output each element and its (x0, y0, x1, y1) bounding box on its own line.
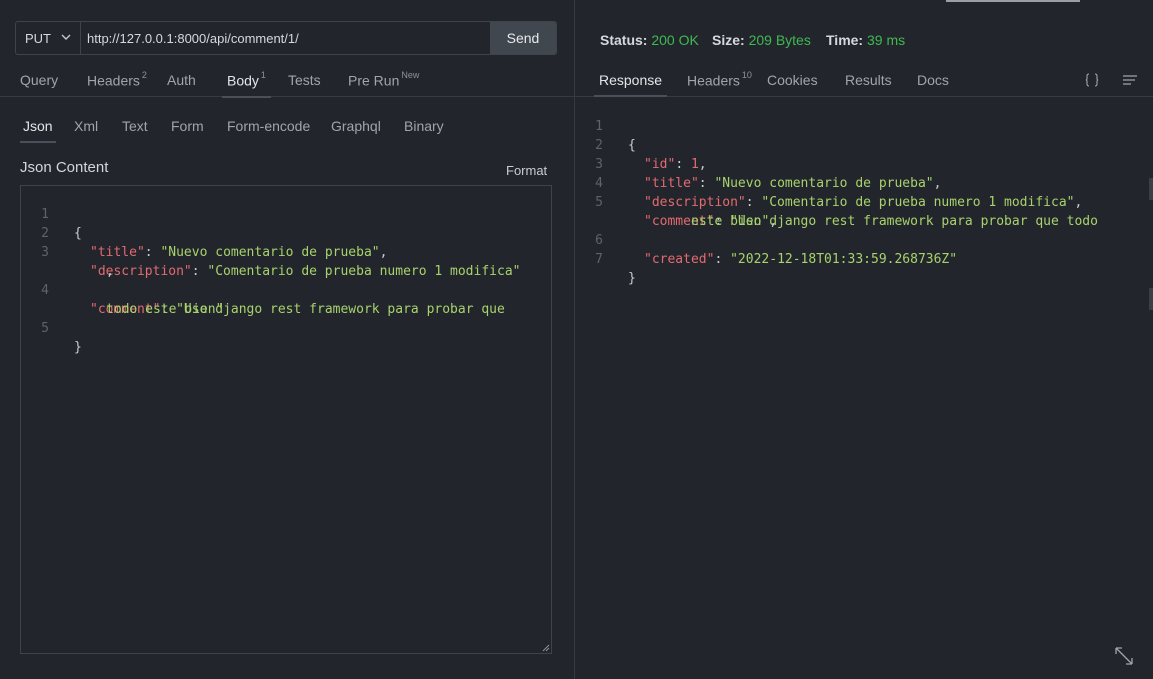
url-input[interactable]: http://127.0.0.1:8000/api/comment/1/ (81, 22, 490, 54)
line-number: 5 (41, 321, 49, 336)
tab-label: Query (20, 72, 59, 88)
body-tab-form[interactable]: Form (171, 118, 204, 134)
braces-icon[interactable] (1084, 72, 1100, 88)
tab-label: Results (845, 72, 892, 88)
body-tab-json[interactable]: Json (20, 118, 56, 143)
time-label: Time: (826, 32, 864, 48)
status-value: 200 OK (651, 32, 699, 48)
request-pane: PUT http://127.0.0.1:8000/api/comment/1/… (0, 0, 574, 679)
body-tab-binary[interactable]: Binary (404, 118, 444, 134)
size-label: Size: (712, 32, 745, 48)
tab-auth[interactable]: Auth (167, 72, 196, 88)
tab-tests[interactable]: Tests (288, 72, 321, 88)
json-string: "2022-12-18T01:33:59.268736Z" (730, 252, 958, 267)
format-button[interactable]: Format (506, 163, 547, 178)
code-line: 2 "id": 1, (575, 117, 1135, 172)
tab-label: Docs (917, 72, 949, 88)
tab-docs[interactable]: Docs (917, 72, 949, 88)
request-tabs: Query Headers 2 Auth Body 1 Tests Pre Run N… (0, 64, 574, 98)
tab-badge: New (401, 70, 420, 80)
text-wrap-icon[interactable] (1122, 72, 1138, 88)
code-line: 2 "title": "Nuevo comentario de prueba", (21, 205, 551, 260)
json-content-label: Json Content (20, 159, 109, 176)
tab-badge: 1 (260, 70, 266, 80)
status-label: Status: (600, 32, 648, 48)
scroll-indicator (946, 0, 1080, 2)
tab-badge: 2 (141, 70, 147, 80)
tab-response[interactable]: Response (593, 72, 668, 97)
code-line: 7 } (575, 231, 1135, 286)
code-line: 4 "comment": "Uso django rest framework … (21, 262, 551, 317)
tab-label: Auth (167, 72, 196, 88)
code-text: } (628, 271, 636, 286)
size-value: 209 Bytes (748, 32, 811, 48)
body-tab-form-encode[interactable]: Form-encode (227, 118, 310, 134)
code-line: 3 "title": "Nuevo comentario de prueba", (575, 136, 1135, 191)
body-tab-xml[interactable]: Xml (74, 118, 98, 134)
size-indicator: Size: 209 Bytes (712, 32, 811, 48)
scrollbar-marker[interactable] (1149, 288, 1153, 310)
request-body-editor[interactable]: 1 { 2 "title": "Nuevo comentario de prue… (20, 185, 552, 654)
code-line: 3 "description": "Comentario de prueba n… (21, 224, 551, 279)
tab-label: Body (227, 72, 259, 89)
tab-badge: 10 (741, 70, 752, 80)
code-line: todo este bien" (21, 281, 551, 317)
code-text: } (74, 340, 82, 355)
time-value: 39 ms (866, 32, 906, 48)
code-line: 1 { (575, 98, 1135, 153)
code-line: 5 } (21, 300, 551, 355)
send-button[interactable]: Send (490, 22, 556, 54)
tab-headers[interactable]: Headers 2 (87, 70, 147, 89)
code-line: , (106, 264, 114, 279)
response-tabs: Response Headers 10 Cookies Results Docs (575, 64, 1153, 97)
body-tab-graphql[interactable]: Graphql (331, 118, 381, 134)
json-key: "created" (644, 252, 715, 267)
tab-label: Tests (288, 72, 321, 88)
tab-label: Cookies (767, 72, 818, 88)
scrollbar-marker[interactable] (1149, 178, 1153, 200)
tab-label: Response (599, 72, 663, 88)
body-tab-text[interactable]: Text (122, 118, 148, 134)
tab-label: Pre Run (348, 72, 400, 89)
expand-icon[interactable] (1114, 646, 1134, 666)
code-line: 5 "comment": "Uso django rest framework … (575, 174, 1135, 229)
status-indicator: Status: 200 OK (600, 32, 699, 48)
response-pane: Status: 200 OK Size: 209 Bytes Time: 39 … (575, 0, 1153, 679)
tab-response-headers[interactable]: Headers 10 (687, 70, 752, 89)
tab-label: Headers (687, 72, 740, 89)
tab-body[interactable]: Body 1 (222, 70, 271, 98)
code-line: este bien", (691, 214, 778, 229)
tab-label: Headers (87, 72, 140, 89)
request-bar: PUT http://127.0.0.1:8000/api/comment/1/… (15, 21, 557, 55)
body-type-tabs: Json Xml Text Form Form-encode Graphql B… (0, 118, 574, 143)
code-line: 4 "description": "Comentario de prueba n… (575, 155, 1135, 210)
tab-query[interactable]: Query (20, 72, 58, 88)
method-select[interactable]: PUT (16, 22, 81, 54)
tab-pre-run[interactable]: Pre Run New (348, 70, 420, 89)
time-indicator: Time: 39 ms (826, 32, 905, 48)
resize-handle-icon[interactable] (542, 644, 550, 652)
chevron-down-icon (61, 34, 71, 40)
code-line: 1 { (21, 186, 551, 241)
tab-results[interactable]: Results (845, 72, 892, 88)
code-line: 6 "created": "2022-12-18T01:33:59.268736… (575, 212, 1135, 267)
line-number: 7 (595, 252, 603, 267)
tab-cookies[interactable]: Cookies (767, 72, 818, 88)
method-value: PUT (25, 30, 51, 46)
